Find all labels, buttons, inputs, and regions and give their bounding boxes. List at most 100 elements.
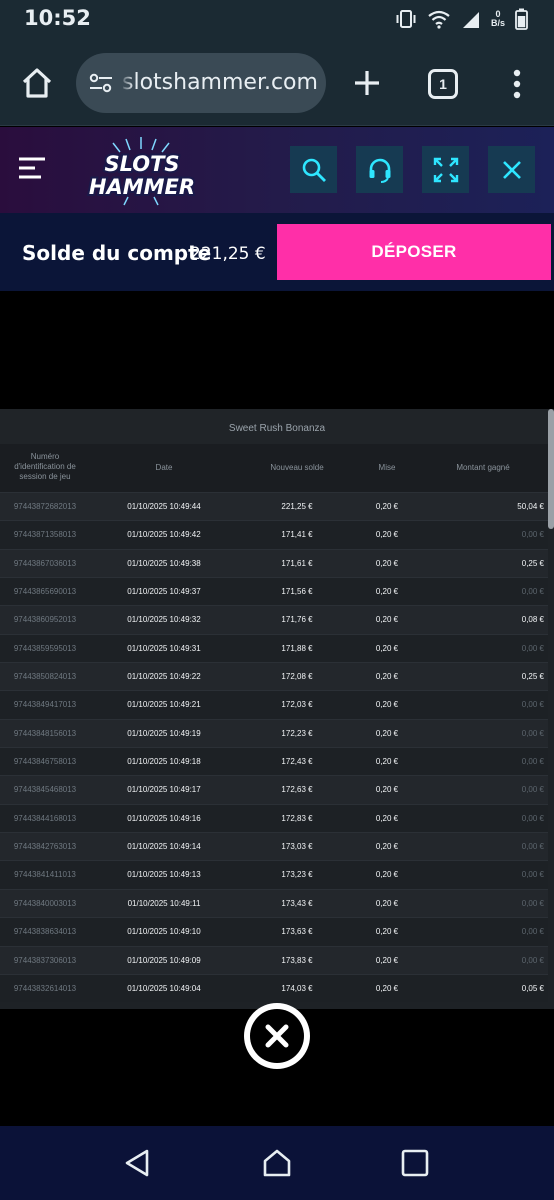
close-game-button[interactable] [488,146,535,193]
cell-session-id: 97443846758013 [13,757,77,767]
headset-icon [369,158,390,183]
cell-new-balance: 172,63 € [281,785,313,795]
table-row: 97443846758013 01/10/2025 10:49:18 172,43 … [0,747,548,776]
cell-new-balance: 172,43 € [281,757,313,767]
hamburger-menu-icon[interactable] [17,154,47,182]
cell-new-balance: 174,03 € [281,983,313,993]
table-row: 97443871358013 01/10/2025 10:49:42 171,41 … [0,520,548,549]
cell-session-id: 97443844168013 [13,813,77,823]
new-tab-icon[interactable] [350,66,384,100]
cell-session-id: 97443871358013 [13,530,77,540]
cell-win-amount: 0,25 € [521,672,544,682]
cell-session-id: 97443867036013 [13,558,77,568]
cell-session-id: 97443865690013 [13,587,77,597]
cell-date: 01/10/2025 10:49:10 [127,927,201,937]
scrollbar[interactable] [548,409,554,529]
home-nav-icon[interactable] [260,1146,294,1180]
table-row: 97443859595013 01/10/2025 10:49:31 171,88 … [0,633,548,663]
slots-hammer-logo[interactable]: SLOTS HAMMER [66,135,216,207]
url-text: slotshammer.com [122,70,318,95]
cell-new-balance: 172,08 € [281,672,313,682]
cell-date: 01/10/2025 10:49:14 [127,842,201,852]
balance-bar: Solde du compte 221,25 € DÉPOSER [0,213,554,291]
table-row: 97443841411013 01/10/2025 10:49:13 173,23 … [0,860,548,889]
cell-win-amount: 0,08 € [521,615,544,625]
more-options-icon[interactable] [505,67,529,101]
table-row: 97443872682013 01/10/2025 10:49:44 221,25 … [0,492,548,521]
cell-date: 01/10/2025 10:49:21 [127,700,201,710]
cell-date: 01/10/2025 10:49:22 [127,672,201,682]
tab-switcher-button[interactable]: 1 [428,69,458,99]
cell-new-balance: 173,63 € [281,927,313,937]
cell-date: 01/10/2025 10:49:31 [127,643,201,653]
vibrate-icon [396,10,416,28]
cell-win-amount: 0,00 € [521,927,544,937]
table-row: 97443844168013 01/10/2025 10:49:16 172,83 … [0,803,548,833]
address-bar[interactable]: slotshammer.com [76,53,326,113]
column-header-gain: Montant gagné [456,463,510,472]
recents-icon[interactable] [398,1146,432,1180]
battery-icon [515,8,528,30]
search-button[interactable] [290,146,337,193]
url-fade [120,53,134,113]
logo-line1: SLOTS [104,152,179,176]
cell-new-balance: 171,88 € [281,643,313,653]
cell-win-amount: 0,00 € [521,757,544,767]
cell-win-amount: 0,00 € [521,955,544,965]
cell-session-id: 97443840003013 [13,898,77,908]
close-icon [502,160,521,179]
cell-new-balance: 172,23 € [281,728,313,738]
cell-bet: 0,20 € [375,728,399,738]
cell-bet: 0,20 € [375,558,399,568]
browser-toolbar: slotshammer.com 1 [0,40,554,126]
cell-win-amount: 0,05 € [521,983,544,993]
deposit-button[interactable]: DÉPOSER [277,224,551,280]
cell-session-id: 97443841411013 [14,870,76,880]
close-history-inner [250,1009,304,1063]
cell-win-amount: 0,00 € [521,728,544,738]
cell-date: 01/10/2025 10:49:42 [127,530,201,540]
fullscreen-icon [433,157,458,182]
cell-session-id: 97443837306013 [13,955,77,965]
status-time: 10:52 [24,6,91,30]
site-settings-icon[interactable] [88,71,114,95]
cell-bet: 0,20 € [375,870,399,880]
cell-bet: 0,20 € [375,700,399,710]
table-header: Numéro d'identification de session de je… [0,444,548,492]
cell-date: 01/10/2025 10:49:17 [127,785,201,795]
status-bar: 10:52 0 B/s [0,0,554,40]
cell-date: 01/10/2025 10:49:18 [127,757,201,767]
cell-win-amount: 0,00 € [521,870,544,880]
history-table: Numéro d'identification de session de je… [0,444,548,1003]
column-header-date: Date [155,463,173,472]
cell-session-id: 97443832614013 [13,983,77,993]
table-row: 97443850824013 01/10/2025 10:49:22 172,08 … [0,662,548,691]
back-icon[interactable] [120,1146,154,1180]
cell-new-balance: 173,83 € [281,955,313,965]
cell-session-id: 97443859595013 [13,643,77,653]
cell-new-balance: 173,43 € [281,898,313,908]
support-button[interactable] [356,146,403,193]
cell-bet: 0,20 € [375,955,399,965]
search-icon [302,158,326,182]
cell-session-id: 97443845468013 [13,785,77,795]
cell-bet: 0,20 € [375,842,399,852]
home-icon[interactable] [18,64,56,102]
cell-win-amount: 0,00 € [521,587,544,597]
close-history-button[interactable] [244,1003,310,1069]
game-history-panel: Sweet Rush Bonanza Numéro d'identificati… [0,409,554,1009]
cell-bet: 0,20 € [375,502,399,511]
fullscreen-button[interactable] [422,146,469,193]
cell-date: 01/10/2025 10:49:04 [127,983,201,993]
cell-win-amount: 0,00 € [521,700,544,710]
table-row: 97443845468013 01/10/2025 10:49:17 172,63 … [0,775,548,804]
table-row: 97443849417013 01/10/2025 10:49:21 172,03 … [0,690,548,719]
cell-date: 01/10/2025 10:49:38 [127,558,201,568]
cell-session-id: 97443850824013 [13,672,77,682]
cell-new-balance: 221,25 € [281,502,313,511]
logo-line2: HAMMER [89,175,195,199]
cell-bet: 0,20 € [375,927,399,937]
cell-session-id: 97443849417013 [13,700,77,710]
cell-new-balance: 172,03 € [281,700,313,710]
cell-bet: 0,20 € [375,983,399,993]
